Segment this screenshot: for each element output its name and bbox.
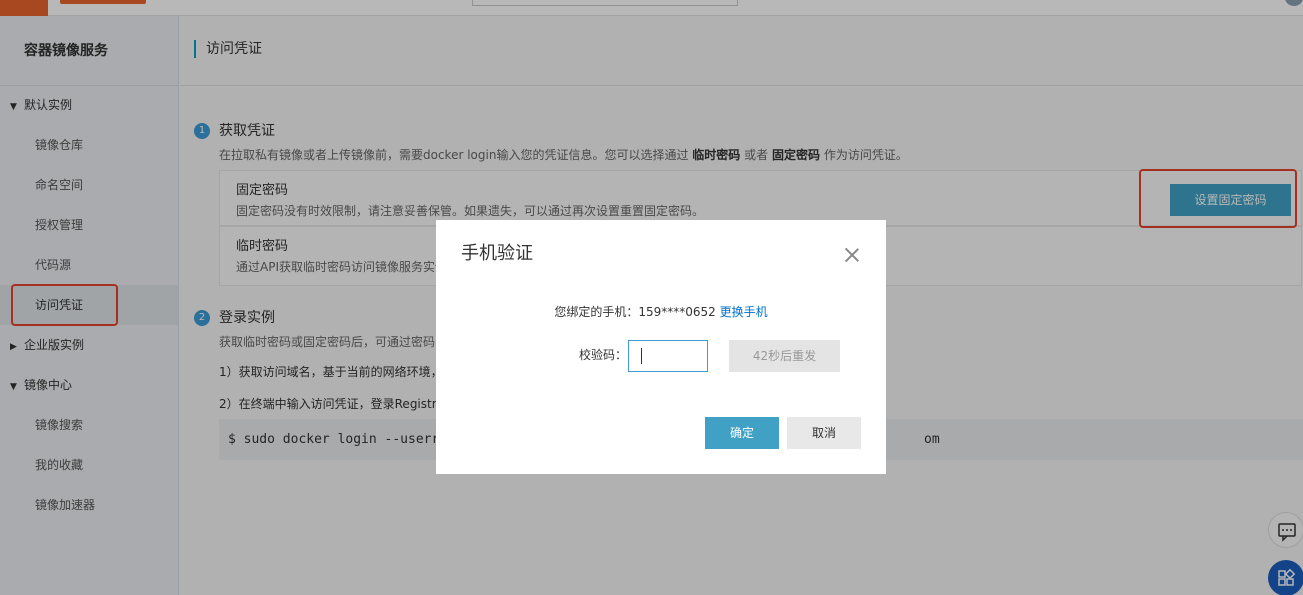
bound-phone-row: 您绑定的手机：159****0652 更换手机 bbox=[436, 304, 886, 320]
phone-label: 您绑定的手机： bbox=[554, 305, 639, 319]
text-cursor bbox=[641, 348, 642, 364]
confirm-button[interactable]: 确定 bbox=[705, 417, 779, 449]
phone-number: 159****0652 bbox=[638, 305, 716, 319]
dialog-title: 手机验证 bbox=[461, 243, 533, 264]
change-phone-link[interactable]: 更换手机 bbox=[720, 305, 768, 319]
resend-code-button[interactable]: 42秒后重发 bbox=[729, 340, 840, 372]
close-icon[interactable] bbox=[840, 243, 864, 267]
phone-verification-dialog: 手机验证 您绑定的手机：159****0652 更换手机 校验码： 42秒后重发… bbox=[436, 220, 886, 474]
cancel-button[interactable]: 取消 bbox=[787, 417, 861, 449]
verification-code-input[interactable] bbox=[628, 340, 708, 372]
verification-code-label: 校验码： bbox=[579, 348, 628, 362]
